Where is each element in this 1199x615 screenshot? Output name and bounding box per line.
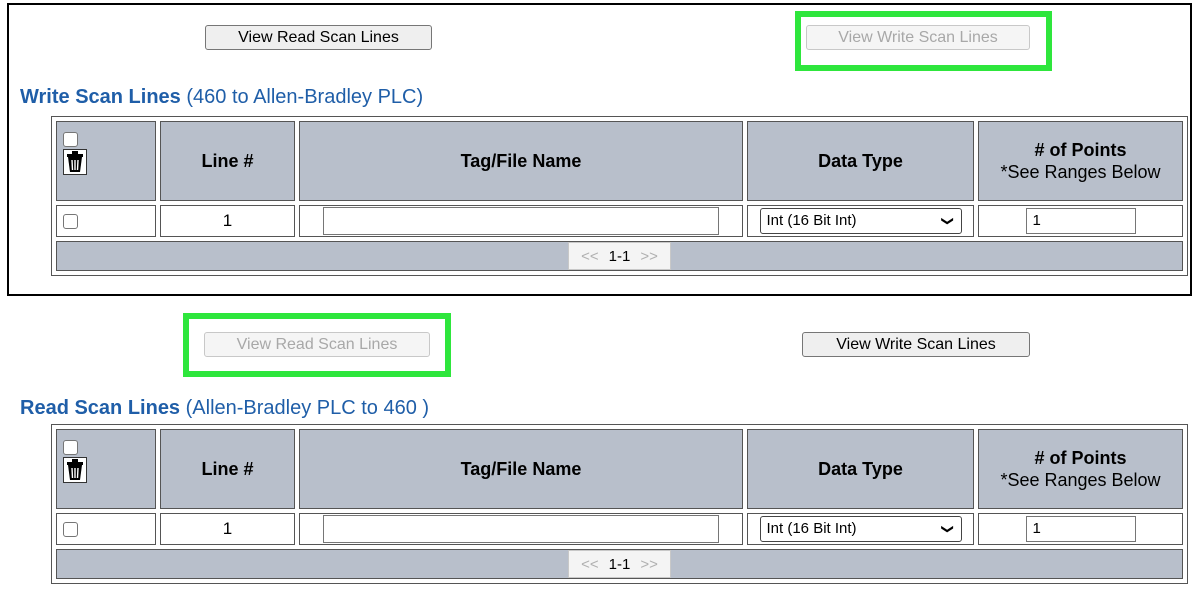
pagination-footer: << 1-1 >> [56, 241, 1183, 271]
section-title: Write Scan Lines (460 to Allen-Bradley P… [20, 86, 423, 109]
number-of-points-input[interactable]: 1 [1025, 516, 1136, 542]
select-all-checkbox[interactable] [63, 132, 78, 147]
row-line-number: 1 [160, 513, 295, 545]
line-number-header: Line # [160, 429, 295, 509]
row-select-cell [56, 205, 156, 237]
data-type-header: Data Type [747, 121, 974, 201]
row-select-cell [56, 513, 156, 545]
data-type-cell: Int (16 Bit Int) ❯ [747, 205, 974, 237]
section-title-detail: (460 to Allen-Bradley PLC) [186, 86, 424, 108]
delete-trash-icon[interactable] [63, 457, 87, 483]
read-scan-panel: View Read Scan Lines View Write Scan Lin… [0, 305, 1199, 615]
select-all-checkbox[interactable] [63, 440, 78, 455]
section-title: Read Scan Lines (Allen-Bradley PLC to 46… [20, 397, 429, 420]
tag-name-cell [299, 205, 743, 237]
chevron-down-icon: ❯ [941, 215, 956, 227]
write-scan-lines-table: Line # Tag/File Name Data Type # of Poin… [51, 116, 1188, 276]
view-write-scan-lines-button[interactable]: View Write Scan Lines [802, 332, 1030, 357]
tag-file-name-input[interactable] [323, 515, 719, 543]
data-type-select[interactable]: Int (16 Bit Int) ❯ [759, 516, 962, 542]
points-header-note: *See Ranges Below [1000, 470, 1161, 490]
row-select-checkbox[interactable] [63, 214, 78, 230]
points-cell: 1 [978, 205, 1183, 237]
tag-file-name-header: Tag/File Name [299, 429, 743, 509]
next-page-button[interactable]: >> [636, 556, 662, 573]
number-of-points-header: # of Points *See Ranges Below [978, 121, 1183, 201]
data-type-select[interactable]: Int (16 Bit Int) ❯ [759, 208, 962, 234]
table-footer-row: << 1-1 >> [56, 549, 1183, 579]
view-write-scan-lines-button[interactable]: View Write Scan Lines [806, 25, 1030, 50]
table-header-row: Line # Tag/File Name Data Type # of Poin… [56, 429, 1183, 509]
page-range: 1-1 [608, 555, 631, 573]
tag-file-name-input[interactable] [323, 207, 719, 235]
points-header-label: # of Points [1034, 448, 1127, 468]
select-all-header [56, 121, 156, 201]
select-all-header [56, 429, 156, 509]
view-read-scan-lines-button[interactable]: View Read Scan Lines [205, 25, 432, 50]
data-type-cell: Int (16 Bit Int) ❯ [747, 513, 974, 545]
tag-name-cell [299, 513, 743, 545]
next-page-button[interactable]: >> [636, 248, 662, 265]
data-type-value: Int (16 Bit Int) [766, 212, 857, 229]
table-row: 1 Int (16 Bit Int) ❯ 1 [56, 513, 1183, 545]
data-type-header: Data Type [747, 429, 974, 509]
view-read-scan-lines-button[interactable]: View Read Scan Lines [204, 332, 430, 357]
delete-trash-icon[interactable] [63, 149, 87, 175]
tag-file-name-header: Tag/File Name [299, 121, 743, 201]
chevron-down-icon: ❯ [941, 523, 956, 535]
pagination-footer: << 1-1 >> [56, 549, 1183, 579]
table-header-row: Line # Tag/File Name Data Type # of Poin… [56, 121, 1183, 201]
number-of-points-header: # of Points *See Ranges Below [978, 429, 1183, 509]
table-footer-row: << 1-1 >> [56, 241, 1183, 271]
page-range: 1-1 [608, 247, 631, 265]
line-number-header: Line # [160, 121, 295, 201]
pagination: << 1-1 >> [568, 550, 671, 578]
points-header-label: # of Points [1034, 140, 1127, 160]
row-select-checkbox[interactable] [63, 522, 78, 538]
read-scan-lines-table: Line # Tag/File Name Data Type # of Poin… [51, 424, 1188, 584]
previous-page-button[interactable]: << [577, 556, 603, 573]
section-title-bold: Write Scan Lines [20, 86, 181, 108]
number-of-points-input[interactable]: 1 [1025, 208, 1136, 234]
points-header-note: *See Ranges Below [1000, 162, 1161, 182]
section-title-detail: (Allen-Bradley PLC to 460 ) [185, 397, 430, 419]
previous-page-button[interactable]: << [577, 248, 603, 265]
row-line-number: 1 [160, 205, 295, 237]
points-cell: 1 [978, 513, 1183, 545]
section-title-bold: Read Scan Lines [20, 397, 181, 419]
table-row: 1 Int (16 Bit Int) ❯ 1 [56, 205, 1183, 237]
write-scan-panel: View Read Scan Lines View Write Scan Lin… [0, 0, 1199, 299]
data-type-value: Int (16 Bit Int) [766, 520, 857, 537]
pagination: << 1-1 >> [568, 242, 671, 270]
